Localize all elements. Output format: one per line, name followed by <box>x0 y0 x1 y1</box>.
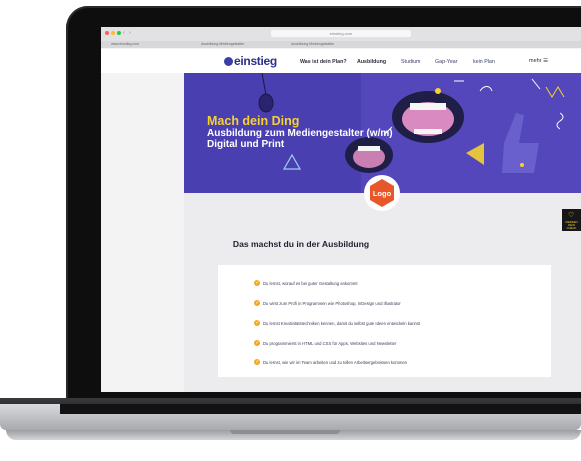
list-item-text: Du lernst, worauf es bei guter Gestaltun… <box>263 281 358 286</box>
window-controls <box>105 31 121 35</box>
heart-icon: ♡ <box>568 212 575 219</box>
more-menu-button[interactable]: mehr ☰ <box>529 58 548 64</box>
favorite-widget[interactable]: ♡ MERKEN DEIN CHECK <box>562 209 581 231</box>
list-item: Du programmierst in HTML und CSS für App… <box>254 340 397 346</box>
list-item-text: Du programmierst in HTML und CSS für App… <box>263 341 397 346</box>
badge-label: Logo <box>373 189 392 198</box>
laptop-screen: ‹ › einstieg.com www.einstieg.com Ausbil… <box>101 27 581 392</box>
decor-arc <box>479 86 493 92</box>
decor-dot <box>520 163 524 167</box>
minimize-window-icon[interactable] <box>111 31 115 35</box>
browser-toolbar: ‹ › einstieg.com <box>101 27 581 42</box>
maximize-window-icon[interactable] <box>117 31 121 35</box>
decor-line <box>531 78 541 90</box>
list-item-text: Du lernst Kreativitätstechniken kennen, … <box>263 321 421 326</box>
nav-kein-plan[interactable]: kein Plan <box>473 59 495 65</box>
nav-gap-year[interactable]: Gap-Year <box>435 59 457 65</box>
browser-tab[interactable]: Ausbildung Mediengestalter <box>201 42 244 46</box>
logo-text: einstieg <box>234 54 277 68</box>
decor-squiggle <box>556 112 564 130</box>
site-logo[interactable]: einstieg <box>224 54 277 68</box>
nav-studium[interactable]: Studium <box>401 59 420 65</box>
hamburger-icon: ☰ <box>543 58 548 64</box>
favorite-widget-label: MERKEN DEIN CHECK <box>565 220 578 230</box>
section-title: Das machst du in der Ausbildung <box>232 239 370 249</box>
list-item-text: Du lernst, wie wir im Team arbeiten und … <box>263 360 407 365</box>
check-icon <box>254 320 260 326</box>
browser-tab[interactable]: www.einstieg.com <box>111 42 139 46</box>
check-icon <box>254 359 260 365</box>
close-window-icon[interactable] <box>105 31 109 35</box>
hero-subtitle: Ausbildung zum Mediengestalter (w/m) Dig… <box>207 128 393 150</box>
list-item: Du lernst, worauf es bei guter Gestaltun… <box>254 280 358 286</box>
logo-mark-icon <box>224 57 233 66</box>
check-icon <box>254 340 260 346</box>
list-item: Du wirst zum Profi in Programmen wie Pho… <box>254 300 401 306</box>
address-bar[interactable]: einstieg.com <box>271 30 411 37</box>
check-icon <box>254 280 260 286</box>
list-item: Du lernst, wie wir im Team arbeiten und … <box>254 359 407 365</box>
decor-triangle-outline <box>282 153 302 170</box>
decor-triangle <box>466 143 484 165</box>
nav-was-ist-dein-plan[interactable]: Was ist dein Plan? <box>300 59 347 65</box>
hero-title: Mach dein Ding <box>207 114 300 128</box>
check-icon <box>254 300 260 306</box>
nav-ausbildung[interactable]: Ausbildung <box>357 59 386 65</box>
forward-icon[interactable]: › <box>129 30 131 36</box>
light-bulb-icon <box>258 93 274 113</box>
keyboard-row <box>60 404 581 414</box>
company-logo-badge: Logo <box>364 175 400 211</box>
list-item: Du lernst Kreativitätstechniken kennen, … <box>254 320 421 326</box>
decor-dot <box>435 88 441 94</box>
decor-zigzag <box>545 86 565 98</box>
site-header: einstieg Was ist dein Plan? Ausbildung S… <box>101 49 581 73</box>
browser-tab-bar: www.einstieg.com Ausbildung Mediengestal… <box>101 41 581 48</box>
laptop-lip <box>230 430 340 434</box>
lamp-cord <box>261 73 267 96</box>
task-list-card: Du lernst, worauf es bei guter Gestaltun… <box>218 265 551 377</box>
back-icon[interactable]: ‹ <box>123 30 125 36</box>
browser-tab[interactable]: Ausbildung Mediengestalter <box>291 42 334 46</box>
laptop-mockup: ‹ › einstieg.com www.einstieg.com Ausbil… <box>0 0 581 461</box>
list-item-text: Du wirst zum Profi in Programmen wie Pho… <box>263 301 401 306</box>
more-label: mehr <box>529 58 542 64</box>
